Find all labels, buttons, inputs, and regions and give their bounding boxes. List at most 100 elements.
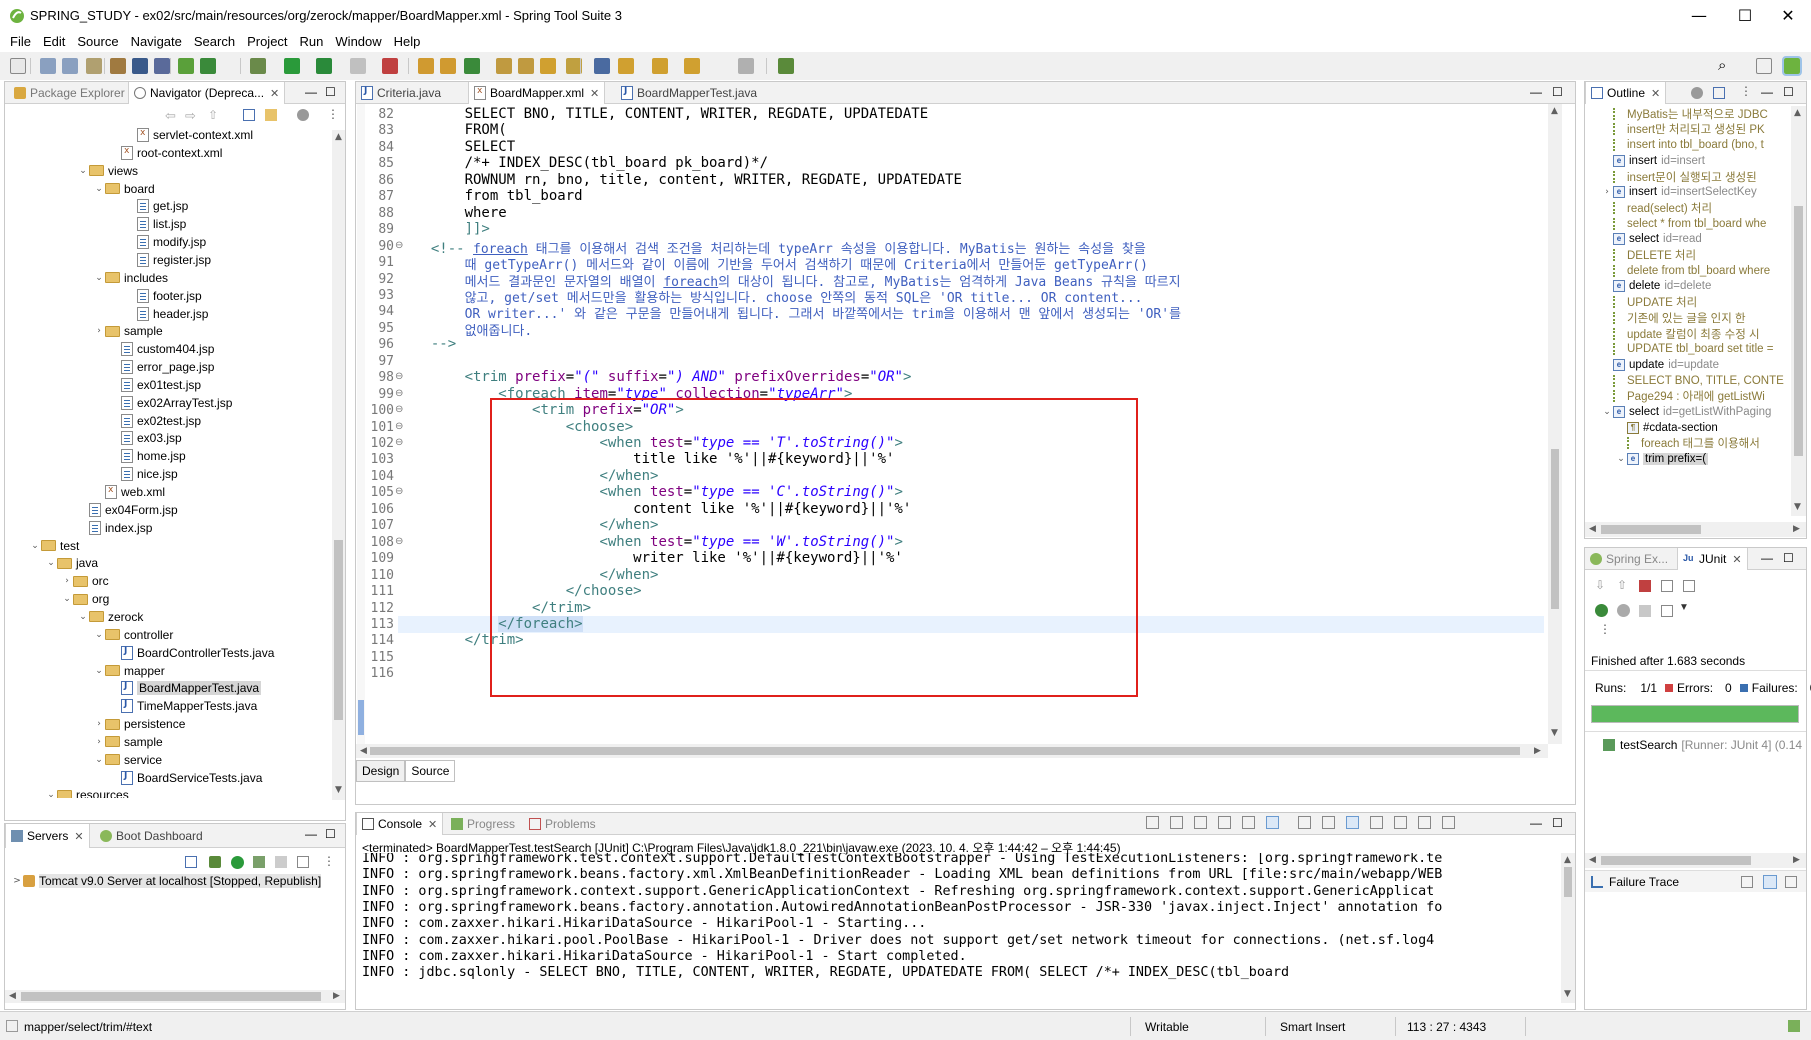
minimize-view-icon[interactable]: —	[1761, 85, 1773, 99]
outline-item[interactable]: UPDATE tbl_board set title =	[1585, 342, 1773, 358]
show-on-output-icon[interactable]	[1298, 816, 1311, 829]
menu-help[interactable]: Help	[388, 34, 427, 49]
scroll-lock-icon[interactable]	[1661, 580, 1673, 592]
compare-icon[interactable]	[1741, 876, 1753, 888]
expanded-chevron-icon[interactable]: ⌄	[93, 666, 105, 676]
maximize-view-icon[interactable]: ☐	[1552, 816, 1563, 830]
tab-progress[interactable]: Progress	[446, 813, 520, 835]
back-arrow-icon[interactable]: ⇦	[165, 108, 176, 124]
code-line[interactable]: -->	[414, 336, 456, 352]
display-console-icon[interactable]	[1370, 816, 1383, 829]
print-icon[interactable]	[86, 58, 102, 74]
filter-icon[interactable]	[297, 109, 309, 121]
tree-item[interactable]: ex03.jsp	[5, 429, 182, 447]
outline-item[interactable]: foreach 태그를 이용해서	[1585, 436, 1760, 452]
code-line[interactable]: title like '%'||#{keyword}||'%'	[414, 451, 894, 467]
stop-icon[interactable]	[350, 58, 366, 74]
outline-item[interactable]: ⌄ e select id=getListWithPaging	[1585, 404, 1771, 420]
close-icon[interactable]: ✕	[74, 830, 83, 843]
refresh-icon[interactable]	[200, 58, 216, 74]
rerun-failed-icon[interactable]	[1617, 604, 1630, 617]
outline-item[interactable]: › e insert id=insertSelectKey	[1585, 185, 1757, 201]
link-with-editor-icon[interactable]	[265, 109, 277, 121]
collapsed-chevron-icon[interactable]: ›	[93, 719, 105, 729]
minimize-view-icon[interactable]: —	[1530, 816, 1542, 830]
expanded-chevron-icon[interactable]: ⌄	[93, 273, 105, 283]
open-task-icon[interactable]	[518, 58, 534, 74]
tab-problems[interactable]: Problems	[524, 813, 601, 835]
tab-outline[interactable]: Outline ✕	[1585, 82, 1667, 104]
outline-item[interactable]: ⌄ e trim prefix=(	[1585, 451, 1709, 467]
code-line[interactable]: SELECT	[414, 139, 516, 155]
code-line[interactable]: ROWNUM rn, bno, title, content, WRITER, …	[414, 172, 962, 188]
expanded-chevron-icon[interactable]: ⌄	[93, 755, 105, 765]
view-menu-icon[interactable]: ⋮	[1740, 84, 1752, 98]
tree-item[interactable]: root-context.xml	[5, 144, 222, 162]
code-line[interactable]: <when test="type == 'T'.toString()">	[414, 435, 902, 451]
tree-item[interactable]: BoardServiceTests.java	[5, 769, 262, 787]
collapsed-chevron-icon[interactable]: ›	[93, 326, 105, 336]
remove-all-icon[interactable]	[1194, 816, 1207, 829]
tree-item[interactable]: servlet-context.xml	[5, 126, 253, 144]
stop-server-icon[interactable]	[275, 856, 287, 868]
close-icon[interactable]: ✕	[1651, 87, 1660, 100]
open-type-icon[interactable]	[496, 58, 512, 74]
tree-item[interactable]: › orc	[5, 572, 108, 590]
test-result-row[interactable]: testSearch [Runner: JUnit 4] (0.14	[1603, 738, 1802, 752]
terminate-icon[interactable]	[1170, 816, 1183, 829]
skip-breakpoints-icon[interactable]	[154, 58, 170, 74]
scroll-lock-icon[interactable]	[1242, 816, 1255, 829]
tree-item[interactable]: ⌄ org	[5, 590, 109, 608]
editor-hscrollbar[interactable]: ◀ ▶	[356, 744, 1548, 758]
tree-item[interactable]: › sample	[5, 322, 163, 340]
tab-boardmappertest-java[interactable]: BoardMapperTest.java	[616, 82, 762, 104]
fold-toggle-icon[interactable]: ⊖	[395, 388, 403, 399]
tree-item[interactable]: ⌄ test	[5, 537, 79, 555]
tree-item[interactable]: web.xml	[5, 483, 165, 501]
maximize-view-icon[interactable]: ☐	[1783, 551, 1794, 565]
console-output[interactable]: INFO : org.springframework.test.context.…	[356, 853, 1560, 1008]
expanded-chevron-icon[interactable]: ⌄	[61, 594, 73, 604]
expanded-chevron-icon[interactable]: ⌄	[77, 612, 89, 622]
pin-console-icon[interactable]	[1346, 816, 1359, 829]
tree-item[interactable]: ex02test.jsp	[5, 412, 201, 430]
tree-scrollbar[interactable]: ▲ ▼	[332, 130, 345, 800]
collapsed-chevron-icon[interactable]: ›	[61, 576, 73, 586]
expanded-chevron-icon[interactable]: ⌄	[1615, 454, 1627, 464]
code-line[interactable]: SELECT BNO, TITLE, CONTENT, WRITER, REGD…	[414, 106, 929, 122]
close-window-button[interactable]: ✕	[1765, 0, 1811, 31]
new-icon[interactable]	[10, 58, 26, 74]
show-on-error-icon[interactable]	[1322, 816, 1335, 829]
maximize-button[interactable]: ☐	[1722, 0, 1768, 31]
collapse-all-icon[interactable]	[185, 856, 197, 868]
servers-hscrollbar[interactable]: ◀ ▶	[5, 990, 345, 1003]
word-wrap-icon[interactable]	[1266, 816, 1279, 829]
start-server-icon[interactable]	[231, 856, 244, 869]
fold-toggle-icon[interactable]: ⊖	[395, 536, 403, 547]
tab-criteria-java[interactable]: Criteria.java	[356, 82, 446, 104]
tree-item[interactable]: register.jsp	[5, 251, 211, 269]
outline-item[interactable]: select * from tbl_board whe	[1585, 216, 1766, 232]
filter-trace-icon[interactable]	[1763, 875, 1777, 889]
expanded-chevron-icon[interactable]: ⌄	[45, 790, 57, 798]
maximize-view-icon[interactable]: ☐	[325, 827, 336, 841]
show-failures-only-icon[interactable]	[1639, 580, 1651, 592]
new-java-project-icon[interactable]	[418, 58, 434, 74]
fold-toggle-icon[interactable]: ⊖	[395, 437, 403, 448]
tree-item[interactable]: ⌄ includes	[5, 269, 168, 287]
save-icon[interactable]	[40, 58, 56, 74]
outline-vscrollbar[interactable]: ▲ ▼	[1791, 106, 1806, 516]
collapse-all-icon[interactable]	[1713, 87, 1725, 99]
filter-icon[interactable]	[1691, 87, 1703, 99]
fold-toggle-icon[interactable]: ⊖	[395, 486, 403, 497]
tree-item[interactable]: ⌄ resources	[5, 786, 129, 798]
outline-item[interactable]: 기존에 있는 글을 인지 한	[1585, 310, 1746, 326]
up-folder-icon[interactable]: ⇧	[208, 108, 218, 122]
menu-search[interactable]: Search	[188, 34, 241, 49]
expand-icon[interactable]: >	[11, 876, 23, 886]
new-class-icon[interactable]	[464, 58, 480, 74]
outline-item[interactable]: DELETE 처리	[1585, 247, 1696, 263]
spring-perspective-icon[interactable]	[1782, 56, 1802, 76]
code-line[interactable]: ]]>	[414, 221, 490, 237]
debug-console-icon[interactable]	[1418, 816, 1431, 829]
